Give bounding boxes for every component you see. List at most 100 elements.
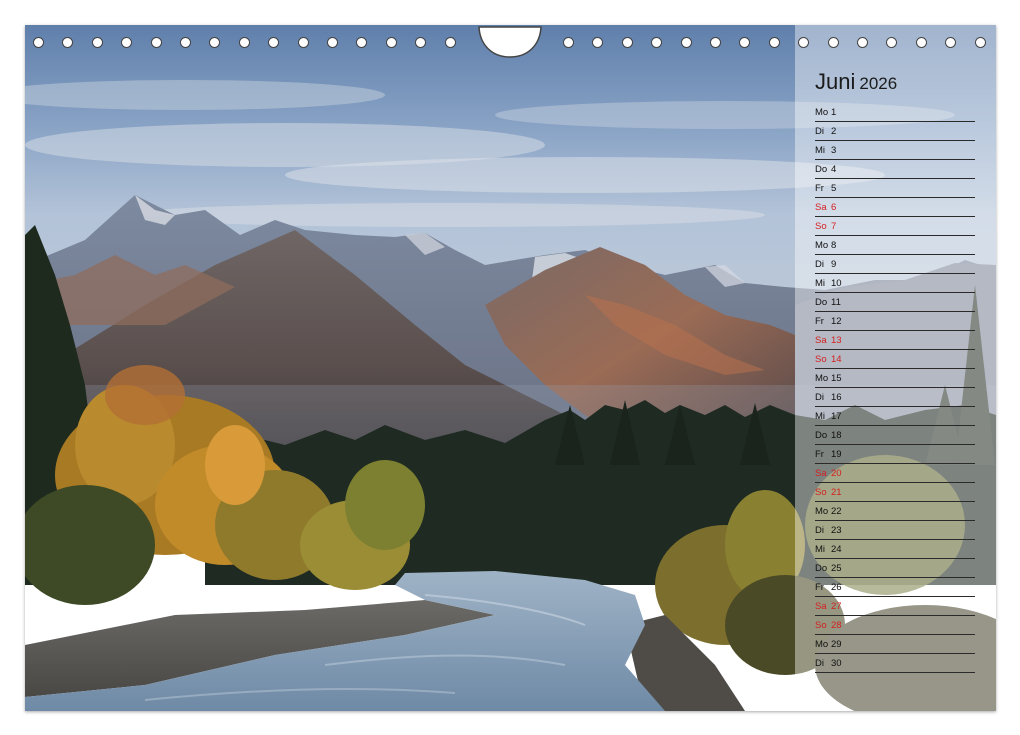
binding-hole-icon <box>592 37 604 48</box>
day-row: Mo 29 <box>815 635 975 654</box>
weekday-label: Fr <box>815 449 824 460</box>
binding-hole-icon <box>238 37 250 48</box>
day-number: 29 <box>831 639 842 650</box>
day-row: Di 30 <box>815 654 975 673</box>
day-row: Mo 8 <box>815 236 975 255</box>
day-row: Do 11 <box>815 293 975 312</box>
day-row: Sa 13 <box>815 331 975 350</box>
binding-hole-icon <box>327 37 338 48</box>
weekday-label: Mi <box>815 278 826 289</box>
weekday-label: Di <box>815 525 824 536</box>
binding-hole-icon <box>621 37 633 48</box>
day-row: Mo 15 <box>815 369 975 388</box>
binding-holes <box>0 34 1020 52</box>
weekday-label: Mi <box>815 544 826 555</box>
day-number: 4 <box>831 164 837 175</box>
weekday-label: Mo <box>815 639 829 650</box>
day-row: Di 16 <box>815 388 975 407</box>
day-number: 1 <box>831 107 837 118</box>
weekday-label: Sa <box>815 468 827 479</box>
weekday-label: So <box>815 221 827 232</box>
day-number: 13 <box>831 335 842 346</box>
binding-hole-icon <box>945 37 957 48</box>
weekday-label: Sa <box>815 335 827 346</box>
month-name: Juni <box>815 69 856 94</box>
day-row: So 21 <box>815 483 975 502</box>
binding-hole-icon <box>297 37 309 48</box>
binding-hole-icon <box>827 37 839 48</box>
day-row: Mi 24 <box>815 540 975 559</box>
binding-hole-icon <box>209 37 221 48</box>
binding-hole-icon <box>268 37 280 48</box>
calendar-page: Juni 2026 Mo 1 Di 2 Mi 3 Do 4 Fr 5 Sa 6 So 7 Mo 8 Di 9 Mi 10… <box>25 25 996 711</box>
binding-hole-icon <box>680 37 692 48</box>
day-number: 16 <box>831 392 842 403</box>
day-number: 8 <box>831 240 837 251</box>
day-number: 28 <box>831 620 842 631</box>
day-number: 5 <box>831 183 837 194</box>
binding-hole-icon <box>62 37 74 48</box>
binding-hole-icon <box>121 37 133 48</box>
day-number: 6 <box>831 202 837 213</box>
binding-hole-icon <box>33 37 44 48</box>
weekday-label: Mo <box>815 506 829 517</box>
weekday-label: Di <box>815 126 824 137</box>
day-number: 22 <box>831 506 842 517</box>
day-row: Sa 27 <box>815 597 975 616</box>
weekday-label: Mi <box>815 411 826 422</box>
binding-hole-icon <box>798 37 810 48</box>
day-number: 19 <box>831 449 842 460</box>
weekday-label: Mi <box>815 145 826 156</box>
day-row: Mo 22 <box>815 502 975 521</box>
day-number: 17 <box>831 411 842 422</box>
binding-hole-icon <box>415 37 427 48</box>
day-number: 15 <box>831 373 842 384</box>
binding-hole-icon <box>385 37 397 48</box>
binding-hole-icon <box>91 37 103 48</box>
weekday-label: Do <box>815 563 828 574</box>
binding-hole-icon <box>150 37 162 48</box>
day-row: Fr 26 <box>815 578 975 597</box>
weekday-label: Mo <box>815 373 829 384</box>
year-label: 2026 <box>859 74 898 93</box>
binding-hole-icon <box>915 37 927 48</box>
weekday-label: So <box>815 487 827 498</box>
weekday-label: Do <box>815 430 828 441</box>
day-number: 24 <box>831 544 842 555</box>
day-number: 7 <box>831 221 837 232</box>
day-row: Do 18 <box>815 426 975 445</box>
day-number: 14 <box>831 354 842 365</box>
weekday-label: Fr <box>815 316 824 327</box>
day-row: Do 25 <box>815 559 975 578</box>
day-number: 11 <box>831 297 841 308</box>
day-number: 3 <box>831 145 837 156</box>
weekday-label: Di <box>815 658 824 669</box>
weekday-label: Do <box>815 297 828 308</box>
binding-hole-icon <box>651 37 663 48</box>
day-number: 18 <box>831 430 842 441</box>
binding-hole-icon <box>710 37 721 48</box>
binding-hole-icon <box>563 37 574 48</box>
day-number: 12 <box>831 316 842 327</box>
day-number: 23 <box>831 525 842 536</box>
weekday-label: Di <box>815 392 824 403</box>
weekday-label: Di <box>815 259 824 270</box>
day-row: Mi 10 <box>815 274 975 293</box>
day-row: Sa 20 <box>815 464 975 483</box>
weekday-label: Mo <box>815 240 829 251</box>
weekday-label: Sa <box>815 202 827 213</box>
day-number: 30 <box>831 658 842 669</box>
day-row: Mi 3 <box>815 141 975 160</box>
day-row: So 7 <box>815 217 975 236</box>
weekday-label: So <box>815 354 827 365</box>
binding-hole-icon <box>444 37 456 48</box>
day-number: 10 <box>831 278 842 289</box>
binding-hole-icon <box>886 37 898 48</box>
binding-hole-icon <box>768 37 780 48</box>
day-row: Fr 5 <box>815 179 975 198</box>
day-row: Fr 19 <box>815 445 975 464</box>
day-row: So 14 <box>815 350 975 369</box>
day-row: Mi 17 <box>815 407 975 426</box>
month-heading: Juni 2026 <box>815 69 897 95</box>
binding-hole-icon <box>356 37 368 48</box>
